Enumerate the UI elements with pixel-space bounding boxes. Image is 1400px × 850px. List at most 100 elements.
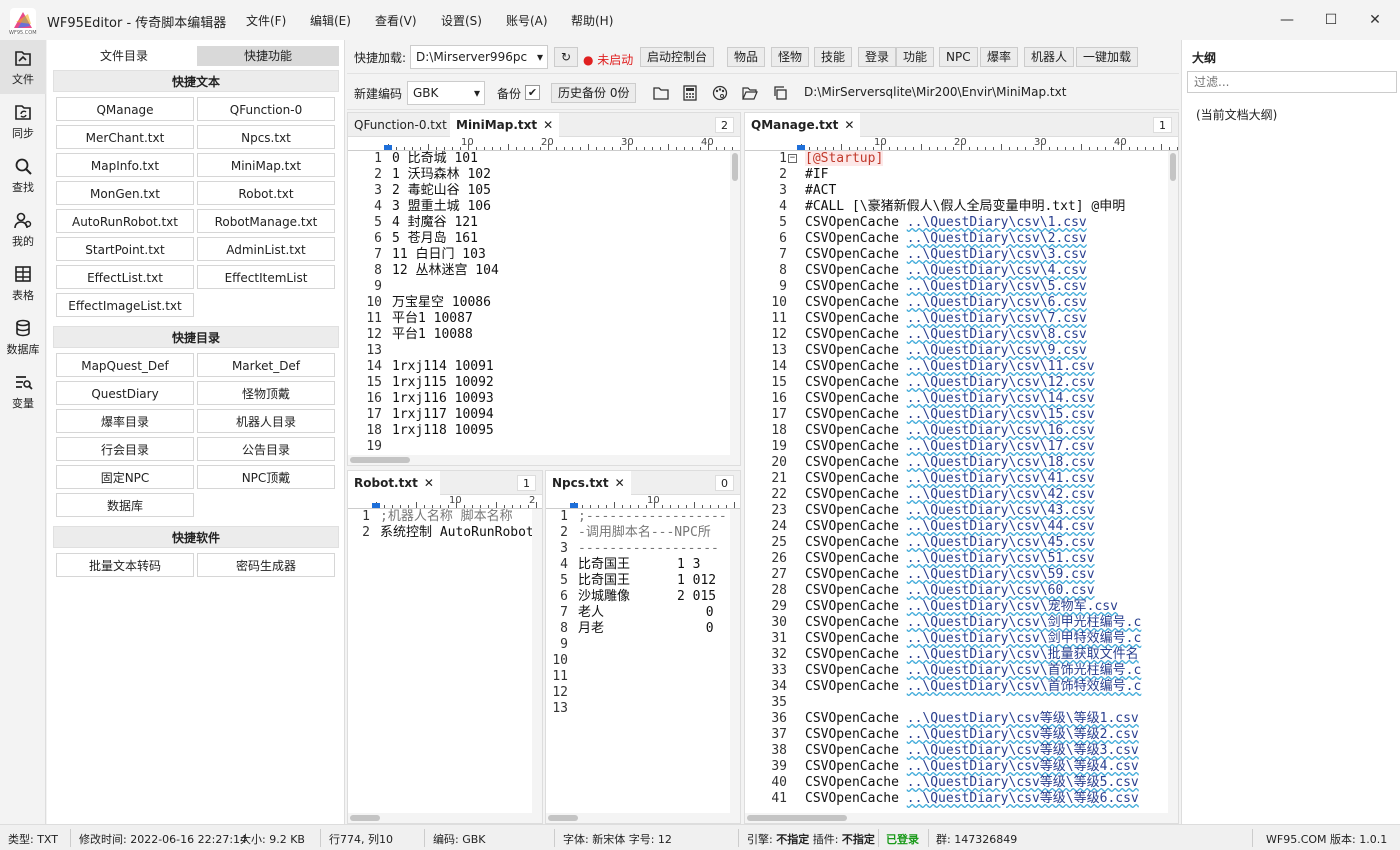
file-link[interactable]: ..\QuestDiary\csv\首饰特效编号.c <box>907 679 1142 694</box>
file-link[interactable]: ..\QuestDiary\csv\15.csv <box>907 407 1095 422</box>
file-link[interactable]: ..\QuestDiary\csv\16.csv <box>907 423 1095 438</box>
file-link[interactable]: ..\QuestDiary\csv等级\等级3.csv <box>907 743 1139 758</box>
horizontal-scrollbar[interactable] <box>745 813 1178 823</box>
code-area[interactable]: ;------------------ -调用脚本名---NPC所 --------… <box>578 509 730 813</box>
open-folder-icon[interactable] <box>740 83 760 103</box>
file-link[interactable]: ..\QuestDiary\csv\1.csv <box>907 215 1087 230</box>
menu-item-1[interactable]: 编辑(E) <box>310 12 351 29</box>
toolbar-button-2[interactable]: 怪物 <box>771 47 810 67</box>
tab-quick-functions[interactable]: 快捷功能 <box>197 46 339 66</box>
file-link[interactable]: ..\QuestDiary\csv\45.csv <box>907 535 1095 550</box>
editor-tab[interactable]: MiniMap.txt ✕ <box>450 113 560 137</box>
palette-icon[interactable] <box>710 83 730 103</box>
rail-item-database[interactable]: 数据库 <box>0 310 46 364</box>
code-area[interactable]: 0 比奇城 101 1 沃玛森林 102 2 毒蛇山谷 105 3 盟重土城 106 4… <box>392 151 730 455</box>
horizontal-scrollbar[interactable] <box>546 813 740 823</box>
file-link[interactable]: ..\QuestDiary\csv\42.csv <box>907 487 1095 502</box>
quick-button[interactable]: 爆率目录 <box>56 409 194 433</box>
horizontal-scrollbar[interactable] <box>348 455 740 465</box>
quick-button[interactable]: StartPoint.txt <box>56 237 194 261</box>
fold-toggle-icon[interactable]: − <box>788 154 797 163</box>
close-icon[interactable]: ✕ <box>1361 8 1389 32</box>
file-link[interactable]: ..\QuestDiary\csv\首饰光柱编号.c <box>907 663 1142 678</box>
toolbar-button-4[interactable]: 登录 <box>858 47 897 67</box>
quick-button[interactable]: NPC顶戴 <box>197 465 335 489</box>
rail-item-file[interactable]: 文件 <box>0 40 46 94</box>
file-link[interactable]: ..\QuestDiary\csv等级\等级5.csv <box>907 775 1139 790</box>
editor-tab[interactable]: Robot.txt ✕ <box>348 471 440 495</box>
quick-button[interactable]: 批量文本转码 <box>56 553 194 577</box>
toolbar-button-9[interactable]: 一键加载 <box>1076 47 1139 67</box>
rail-item-user[interactable]: 我的 <box>0 202 46 256</box>
quick-button[interactable]: AdminList.txt <box>197 237 335 261</box>
toolbar-button-6[interactable]: NPC <box>939 47 978 67</box>
horizontal-scrollbar[interactable] <box>348 813 542 823</box>
rail-item-variable[interactable]: 变量 <box>0 364 46 418</box>
editor-npcs[interactable]: Npcs.txt ✕ 0 10 1 2 3 4 5 6 7 8 9 10 11 12 13 ;----------… <box>545 470 741 824</box>
toolbar-button-5[interactable]: 功能 <box>896 47 935 67</box>
rail-item-search[interactable]: 查找 <box>0 148 46 202</box>
toolbar-button-3[interactable]: 技能 <box>814 47 853 67</box>
tab-file-directory[interactable]: 文件目录 <box>53 46 195 66</box>
history-backup-button[interactable]: 历史备份 0份 <box>551 83 637 103</box>
file-link[interactable]: ..\QuestDiary\csv\批量获取文件名 <box>907 647 1139 662</box>
close-tab-icon[interactable]: ✕ <box>615 476 625 490</box>
rail-item-sync[interactable]: 同步 <box>0 94 46 148</box>
quick-button[interactable]: 机器人目录 <box>197 409 335 433</box>
file-link[interactable]: ..\QuestDiary\csv\44.csv <box>907 519 1095 534</box>
vertical-scrollbar[interactable] <box>1168 151 1178 813</box>
vertical-scrollbar[interactable] <box>532 509 542 813</box>
toolbar-button-0[interactable]: 启动控制台 <box>640 47 715 67</box>
calculator-icon[interactable] <box>680 83 700 103</box>
code-area[interactable]: [@Startup] #IF #ACT #CALL [\豪猪新假人\假人全局变量申明.… <box>805 151 1168 813</box>
file-link[interactable]: ..\QuestDiary\csv\41.csv <box>907 471 1095 486</box>
copy-icon[interactable] <box>770 83 790 103</box>
file-link[interactable]: ..\QuestDiary\csv\14.csv <box>907 391 1095 406</box>
file-link[interactable]: ..\QuestDiary\csv等级\等级4.csv <box>907 759 1139 774</box>
file-link[interactable]: ..\QuestDiary\csv\17.csv <box>907 439 1095 454</box>
rail-item-table[interactable]: 表格 <box>0 256 46 310</box>
quick-button[interactable]: EffectItemList <box>197 265 335 289</box>
file-link[interactable]: ..\QuestDiary\csv\18.csv <box>907 455 1095 470</box>
backup-checkbox[interactable]: ✔ <box>525 85 540 100</box>
editor-qmanage[interactable]: QManage.txt ✕ 1 10 20 30 40 1 2 3 4 5 6 7 8 9 10 11 12 13 14… <box>744 112 1179 824</box>
folder-icon[interactable] <box>651 83 671 103</box>
file-link[interactable]: ..\QuestDiary\csv\剑甲特效编号.c <box>907 631 1142 646</box>
editor-robot[interactable]: Robot.txt ✕ 1 10 2 1 2 ;机器人名称 脚本名称 系统控制 AutoRunR… <box>347 470 543 824</box>
quick-button[interactable]: 怪物顶戴 <box>197 381 335 405</box>
quick-button[interactable]: 公告目录 <box>197 437 335 461</box>
file-link[interactable]: ..\QuestDiary\csv\51.csv <box>907 551 1095 566</box>
close-tab-icon[interactable]: ✕ <box>844 118 854 132</box>
quick-button[interactable]: Npcs.txt <box>197 125 335 149</box>
quick-button[interactable]: 固定NPC <box>56 465 194 489</box>
quick-button[interactable]: AutoRunRobot.txt <box>56 209 194 233</box>
menu-item-2[interactable]: 查看(V) <box>375 12 417 29</box>
quick-button[interactable]: QFunction-0 <box>197 97 335 121</box>
menu-item-0[interactable]: 文件(F) <box>246 12 286 29</box>
editor-tab[interactable]: QManage.txt ✕ <box>745 113 861 137</box>
quick-button[interactable]: QuestDiary <box>56 381 194 405</box>
quick-button[interactable]: 密码生成器 <box>197 553 335 577</box>
file-link[interactable]: ..\QuestDiary\csv\2.csv <box>907 231 1087 246</box>
file-link[interactable]: ..\QuestDiary\csv\60.csv <box>907 583 1095 598</box>
quick-button[interactable]: Market_Def <box>197 353 335 377</box>
file-link[interactable]: ..\QuestDiary\csv等级\等级6.csv <box>907 791 1139 806</box>
file-link[interactable]: ..\QuestDiary\csv\12.csv <box>907 375 1095 390</box>
quick-button[interactable]: MapInfo.txt <box>56 153 194 177</box>
file-link[interactable]: ..\QuestDiary\csv\59.csv <box>907 567 1095 582</box>
vertical-scrollbar[interactable] <box>730 509 740 813</box>
quick-button[interactable]: MiniMap.txt <box>197 153 335 177</box>
file-link[interactable]: ..\QuestDiary\csv\43.csv <box>907 503 1095 518</box>
quickload-select[interactable]: D:\Mirserver996pc ▾ <box>410 45 548 69</box>
file-link[interactable]: ..\QuestDiary\csv\6.csv <box>907 295 1087 310</box>
quick-button[interactable]: MapQuest_Def <box>56 353 194 377</box>
file-link[interactable]: ..\QuestDiary\csv\3.csv <box>907 247 1087 262</box>
quick-button[interactable]: 数据库 <box>56 493 194 517</box>
menu-item-3[interactable]: 设置(S) <box>441 12 482 29</box>
menu-item-5[interactable]: 帮助(H) <box>571 12 613 29</box>
outline-filter-input[interactable] <box>1187 71 1397 93</box>
file-link[interactable]: ..\QuestDiary\csv\宠物军.csv <box>907 599 1118 614</box>
editor-tab[interactable]: Npcs.txt ✕ <box>546 471 631 495</box>
vertical-scrollbar[interactable] <box>730 151 740 455</box>
quick-button[interactable]: RobotManage.txt <box>197 209 335 233</box>
